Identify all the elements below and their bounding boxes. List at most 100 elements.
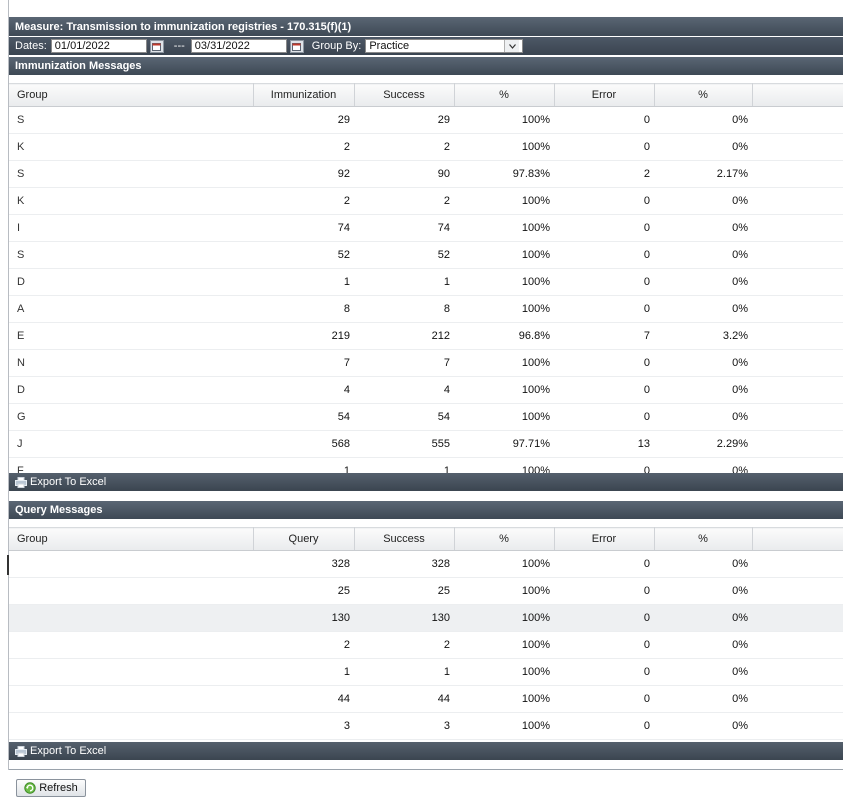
error-cell: 0 — [554, 604, 654, 632]
filler-cell — [752, 160, 843, 188]
start-calendar-icon[interactable] — [149, 39, 164, 53]
success-pct-cell: 100% — [454, 349, 554, 377]
immunization-export-button[interactable]: Export To Excel — [30, 476, 106, 488]
col-error-pct-header[interactable]: % — [654, 83, 753, 107]
success-cell: 90 — [354, 160, 454, 188]
table-row[interactable]: F 1 1 100% 0 0% — [9, 457, 843, 473]
end-calendar-icon[interactable] — [289, 39, 304, 53]
group-cell: E — [9, 322, 253, 350]
table-row[interactable]: D 1 1 100% 0 0% — [9, 268, 843, 296]
success-pct-cell: 97.71% — [454, 430, 554, 458]
group-cell — [9, 685, 253, 713]
chevron-down-icon[interactable] — [504, 40, 520, 52]
table-row[interactable]: 328 328 100% 0 0% — [9, 550, 843, 578]
group-cell: D — [9, 268, 253, 296]
immunization-section-header: Immunization Messages — [9, 57, 843, 75]
group-cell: S — [9, 241, 253, 269]
start-date-input[interactable]: 01/01/2022 — [50, 39, 147, 53]
measure-title: Measure: Transmission to immunization re… — [15, 20, 352, 33]
table-row[interactable]: G 54 54 100% 0 0% — [9, 403, 843, 431]
table-row[interactable]: 2 2 100% 0 0% — [9, 631, 843, 659]
filler-cell — [752, 604, 843, 632]
group-cell — [9, 658, 253, 686]
count-cell: 1 — [253, 658, 354, 686]
error-cell: 0 — [554, 712, 654, 740]
success-pct-cell: 100% — [454, 106, 554, 134]
table-row[interactable]: S 92 90 97.83% 2 2.17% — [9, 160, 843, 188]
success-cell: 54 — [354, 403, 454, 431]
error-cell: 0 — [554, 685, 654, 713]
table-row[interactable]: D 4 4 100% 0 0% — [9, 376, 843, 404]
table-row[interactable]: S 29 29 100% 0 0% — [9, 106, 843, 134]
col-group-header[interactable]: Group — [9, 83, 254, 107]
table-row[interactable]: E 219 212 96.8% 7 3.2% — [9, 322, 843, 350]
col-error-header[interactable]: Error — [554, 83, 655, 107]
error-cell: 2 — [554, 160, 654, 188]
count-cell: 25 — [253, 577, 354, 605]
query-export-button[interactable]: Export To Excel — [30, 745, 106, 757]
success-cell: 29 — [354, 106, 454, 134]
success-pct-cell: 100% — [454, 133, 554, 161]
refresh-button[interactable]: Refresh — [16, 779, 86, 797]
col-success-pct-header[interactable]: % — [454, 83, 555, 107]
success-cell: 52 — [354, 241, 454, 269]
col-group-header[interactable]: Group — [9, 527, 254, 551]
date-separator: --- — [173, 40, 185, 52]
success-pct-cell: 100% — [454, 631, 554, 659]
table-row[interactable]: 3 3 100% 0 0% — [9, 712, 843, 740]
filler-cell — [752, 685, 843, 713]
error-pct-cell: 0% — [654, 550, 752, 578]
table-row[interactable]: K 2 2 100% 0 0% — [9, 187, 843, 215]
col-success-pct-header[interactable]: % — [454, 527, 555, 551]
table-row[interactable]: 44 44 100% 0 0% — [9, 685, 843, 713]
group-cell: K — [9, 187, 253, 215]
table-row[interactable]: 1 1 100% 0 0% — [9, 658, 843, 686]
col-error-pct-header[interactable]: % — [654, 527, 753, 551]
table-row[interactable]: J 568 555 97.71% 13 2.29% — [9, 430, 843, 458]
query-export-bar: Export To Excel — [9, 742, 843, 760]
error-cell: 0 — [554, 739, 654, 741]
success-pct-cell: 100% — [454, 685, 554, 713]
col-success-header[interactable]: Success — [354, 83, 455, 107]
error-cell: 0 — [554, 457, 654, 473]
table-row[interactable]: N 7 7 100% 0 0% — [9, 349, 843, 377]
filler-cell — [752, 106, 843, 134]
table-row[interactable]: 25 25 100% 0 0% — [9, 577, 843, 605]
success-cell: 8 — [354, 295, 454, 323]
filler-cell — [752, 133, 843, 161]
success-pct-cell: 100% — [454, 214, 554, 242]
immunization-table: Group Immunization Success % Error % S 29… — [9, 83, 843, 473]
filler-cell — [752, 322, 843, 350]
success-pct-cell: 100% — [454, 739, 554, 741]
filler-cell — [752, 214, 843, 242]
success-pct-cell: 100% — [454, 268, 554, 296]
success-pct-cell: 100% — [454, 241, 554, 269]
error-cell: 0 — [554, 550, 654, 578]
table-row[interactable]: S 52 52 100% 0 0% — [9, 241, 843, 269]
error-cell: 0 — [554, 106, 654, 134]
error-pct-cell: 0% — [654, 457, 752, 473]
table-row[interactable]: I 74 74 100% 0 0% — [9, 214, 843, 242]
error-cell: 7 — [554, 322, 654, 350]
table-row[interactable]: 130 130 100% 0 0% — [9, 604, 843, 632]
success-cell: 2 — [354, 133, 454, 161]
filler-cell — [752, 403, 843, 431]
table-row[interactable]: 225225100%00% — [9, 739, 843, 741]
col-query-header[interactable]: Query — [253, 527, 355, 551]
group-cell: S — [9, 160, 253, 188]
filler-cell — [752, 712, 843, 740]
end-date-input[interactable]: 03/31/2022 — [190, 39, 287, 53]
group-by-select[interactable]: Practice — [365, 39, 524, 53]
filler-cell — [752, 268, 843, 296]
filler-cell — [752, 550, 843, 578]
count-cell: 92 — [253, 160, 354, 188]
table-row[interactable]: K 2 2 100% 0 0% — [9, 133, 843, 161]
measure-title-bar: Measure: Transmission to immunization re… — [9, 17, 843, 36]
col-success-header[interactable]: Success — [354, 527, 455, 551]
col-error-header[interactable]: Error — [554, 527, 655, 551]
success-pct-cell: 100% — [454, 550, 554, 578]
count-cell: 328 — [253, 550, 354, 578]
group-by-value: Practice — [369, 40, 410, 52]
table-row[interactable]: A 8 8 100% 0 0% — [9, 295, 843, 323]
col-immunization-header[interactable]: Immunization — [253, 83, 355, 107]
